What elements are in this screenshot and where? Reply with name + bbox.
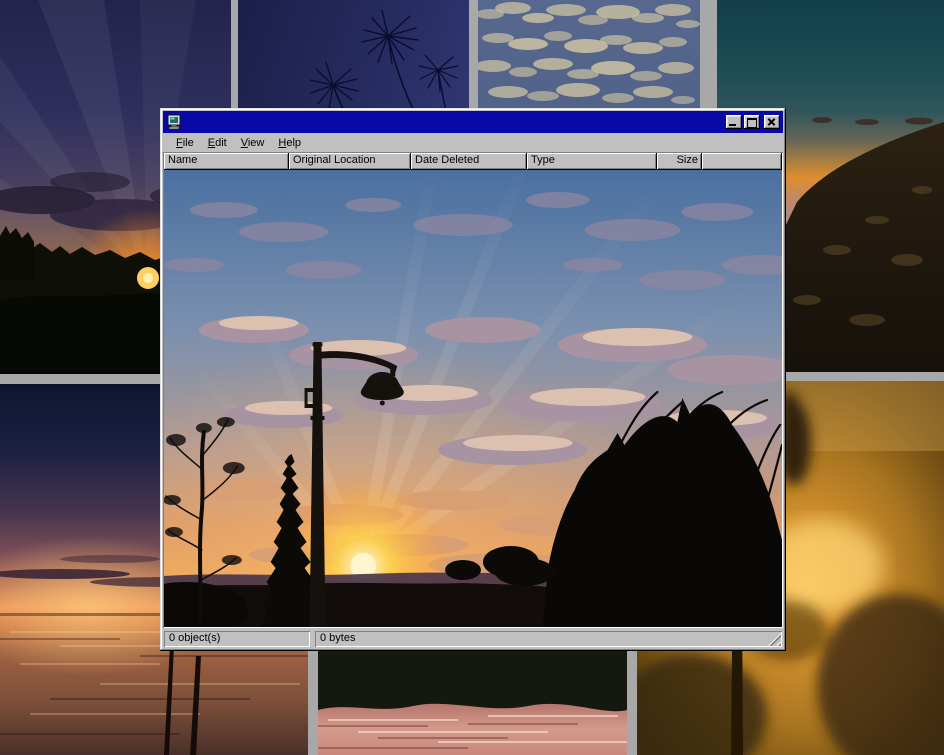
list-view[interactable]: Name Original Location Date Deleted Type… xyxy=(163,152,783,628)
window-background-photo[interactable] xyxy=(164,170,782,627)
column-header-type[interactable]: Type xyxy=(527,153,657,170)
column-header-original-location[interactable]: Original Location xyxy=(289,153,411,170)
column-header-date-deleted[interactable]: Date Deleted xyxy=(411,153,527,170)
minimize-button[interactable] xyxy=(726,115,742,129)
status-bar: 0 object(s) 0 bytes xyxy=(163,628,783,648)
computer-icon xyxy=(166,114,182,130)
menu-view[interactable]: View xyxy=(234,135,272,151)
menu-help[interactable]: Help xyxy=(271,135,308,151)
menu-bar: File Edit View Help xyxy=(163,133,783,152)
sunset-lamp-photo xyxy=(164,170,782,627)
explorer-window: File Edit View Help Name Original Locati… xyxy=(160,108,786,651)
column-header-blank[interactable] xyxy=(702,153,782,170)
column-headers: Name Original Location Date Deleted Type… xyxy=(164,153,782,170)
window-titlebar[interactable] xyxy=(163,111,783,133)
close-button[interactable] xyxy=(764,115,780,129)
status-object-count: 0 object(s) xyxy=(164,631,310,647)
desktop: File Edit View Help Name Original Locati… xyxy=(0,0,944,755)
column-header-size[interactable]: Size xyxy=(657,153,702,170)
column-header-name[interactable]: Name xyxy=(164,153,289,170)
menu-file[interactable]: File xyxy=(169,135,201,151)
menu-edit[interactable]: Edit xyxy=(201,135,234,151)
status-total-size: 0 bytes xyxy=(315,631,782,647)
maximize-button[interactable] xyxy=(744,115,760,129)
